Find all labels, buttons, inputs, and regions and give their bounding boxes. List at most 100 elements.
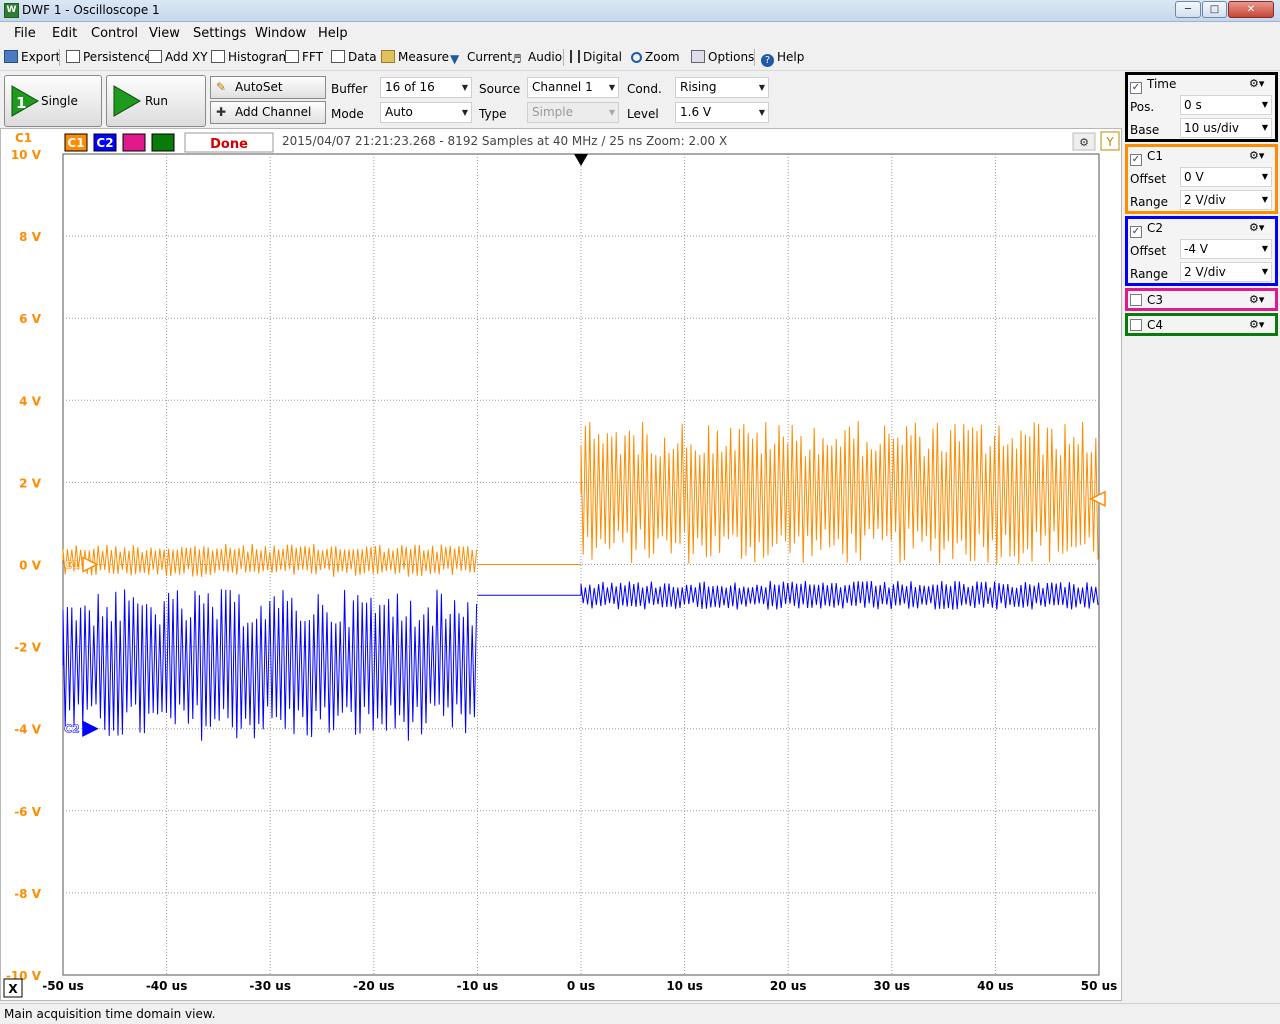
help-button[interactable]: ? Help (761, 50, 804, 67)
c3-header[interactable]: C3 (1130, 293, 1163, 307)
time-base-select[interactable]: 10 us/div ▼ (1180, 118, 1272, 138)
c2-group: ✓ C2 ⚙▾ Offset -4 V ▼ Range 2 V/div ▼ (1125, 216, 1278, 286)
digital-icon (570, 50, 580, 63)
c1-title: C1 (1147, 149, 1164, 163)
plot-area[interactable]: 10 V8 V6 V4 V2 V0 V -2 V -4 V -6 V -8 V -10 V… (0, 128, 1122, 1001)
status-bar: Main acquisition time domain view. (0, 1003, 1280, 1024)
time-pos-select[interactable]: 0 s ▼ (1180, 95, 1272, 115)
histogram-button[interactable]: Histogram (211, 50, 290, 64)
audio-label: Audio (528, 50, 563, 64)
chevron-down-icon: ▼ (461, 83, 468, 92)
y-tick-label: 6 V (19, 312, 42, 326)
y-tick-label: -8 V (14, 887, 42, 901)
c1-offset-select[interactable]: 0 V ▼ (1180, 167, 1272, 187)
options-button[interactable]: Options (691, 50, 754, 64)
buffer-select[interactable]: 16 of 16 ▼ (380, 77, 472, 98)
c1-range-select[interactable]: 2 V/div ▼ (1180, 190, 1272, 210)
time-header[interactable]: ✓ Time (1130, 77, 1176, 94)
settings-icon[interactable]: ⚙▾ (1249, 293, 1271, 307)
oscilloscope-plot[interactable]: 10 V8 V6 V4 V2 V0 V-2 V-4 V-6 V-8 V-10 V… (1, 129, 1121, 1000)
mode-value: Auto (385, 105, 413, 119)
c1-offset-label: Offset (1130, 172, 1167, 186)
ruler-icon (381, 50, 395, 63)
cond-label: Cond. (627, 82, 662, 96)
c2-header[interactable]: ✓ C2 (1130, 221, 1163, 238)
type-value: Simple (532, 105, 573, 119)
menu-edit[interactable]: Edit (52, 26, 77, 41)
settings-icon[interactable]: ⚙▾ (1249, 77, 1271, 91)
autoset-button[interactable]: ✎ AutoSet (210, 76, 326, 99)
xy-icon (148, 50, 162, 63)
menu-file[interactable]: File (14, 26, 36, 41)
current-icon: ▼ (450, 52, 460, 66)
settings-icon[interactable]: ⚙▾ (1249, 149, 1271, 163)
menu-window[interactable]: Window (255, 26, 306, 41)
y-axis-button-label: Y (1105, 135, 1114, 149)
histogram-icon (211, 50, 225, 63)
c2-offset-select[interactable]: -4 V ▼ (1180, 239, 1272, 259)
cond-value: Rising (680, 80, 717, 94)
type-select: Simple ▼ (527, 102, 619, 123)
fft-button[interactable]: FFT (285, 50, 323, 64)
menu-view[interactable]: View (149, 26, 180, 41)
menu-settings[interactable]: Settings (193, 26, 246, 41)
single-button[interactable]: 1 Single (4, 75, 102, 127)
x-tick-label: -10 us (457, 979, 499, 993)
check-icon[interactable]: ✓ (1130, 226, 1142, 238)
add-channel-icon: ✚ (216, 105, 227, 119)
c2-range-select[interactable]: 2 V/div ▼ (1180, 262, 1272, 282)
mode-select[interactable]: Auto ▼ (380, 102, 472, 123)
source-select[interactable]: Channel 1 ▼ (527, 77, 619, 98)
run-button[interactable]: Run (106, 75, 206, 127)
time-pos-label: Pos. (1130, 100, 1155, 114)
y-tick-label: 2 V (19, 476, 42, 490)
buffer-label: Buffer (331, 82, 368, 96)
add-channel-button[interactable]: ✚ Add Channel (210, 101, 326, 124)
checkbox-icon[interactable] (1130, 319, 1142, 331)
y-tick-label: 0 V (19, 559, 42, 573)
audio-button[interactable]: ♬ Audio (511, 50, 562, 66)
c2-range-label: Range (1130, 267, 1169, 281)
digital-button[interactable]: Digital (570, 50, 622, 64)
buffer-value: 16 of 16 (385, 80, 435, 94)
maximize-button[interactable]: □ (1202, 1, 1227, 18)
run-label: Run (145, 94, 169, 108)
cond-select[interactable]: Rising ▼ (675, 77, 769, 98)
chevron-down-icon: ▼ (1261, 267, 1268, 276)
single-icon: 1 (11, 85, 40, 117)
minimize-button[interactable]: ─ (1175, 1, 1201, 18)
c4-header[interactable]: C4 (1130, 318, 1163, 332)
current-button[interactable]: ▼ Current (450, 50, 512, 66)
settings-icon[interactable]: ⚙▾ (1249, 318, 1271, 332)
source-value: Channel 1 (532, 80, 593, 94)
persistence-button[interactable]: Persistence (66, 50, 152, 64)
add-xy-button[interactable]: Add XY (148, 50, 208, 64)
export-button[interactable]: Export (4, 50, 60, 64)
zoom-button[interactable]: Zoom (631, 50, 680, 64)
y-tick-label: -2 V (14, 641, 42, 655)
autoset-icon: ✎ (216, 80, 227, 94)
single-label: Single (41, 94, 78, 108)
check-icon[interactable]: ✓ (1130, 154, 1142, 166)
checkbox-icon[interactable] (1130, 294, 1142, 306)
options-icon (691, 50, 705, 63)
x-tick-label: 40 us (977, 979, 1014, 993)
level-label: Level (627, 107, 659, 121)
check-icon[interactable]: ✓ (1130, 82, 1142, 94)
x-tick-label: 20 us (770, 979, 807, 993)
chevron-down-icon: ▼ (1261, 195, 1268, 204)
settings-icon[interactable]: ⚙▾ (1249, 221, 1271, 235)
fft-label: FFT (302, 50, 323, 64)
add-channel-label: Add Channel (235, 105, 312, 119)
x-tick-label: 0 us (567, 979, 595, 993)
close-button[interactable]: ✕ (1228, 1, 1274, 18)
menu-help[interactable]: Help (318, 26, 348, 41)
c1-header[interactable]: ✓ C1 (1130, 149, 1163, 166)
data-button[interactable]: Data (331, 50, 377, 64)
add-xy-label: Add XY (165, 50, 208, 64)
level-select[interactable]: 1.6 V ▼ (675, 102, 769, 123)
menu-control[interactable]: Control (91, 26, 138, 41)
measure-button[interactable]: Measure (381, 50, 449, 64)
x-tick-label: 50 us (1081, 979, 1118, 993)
level-value: 1.6 V (680, 105, 712, 119)
